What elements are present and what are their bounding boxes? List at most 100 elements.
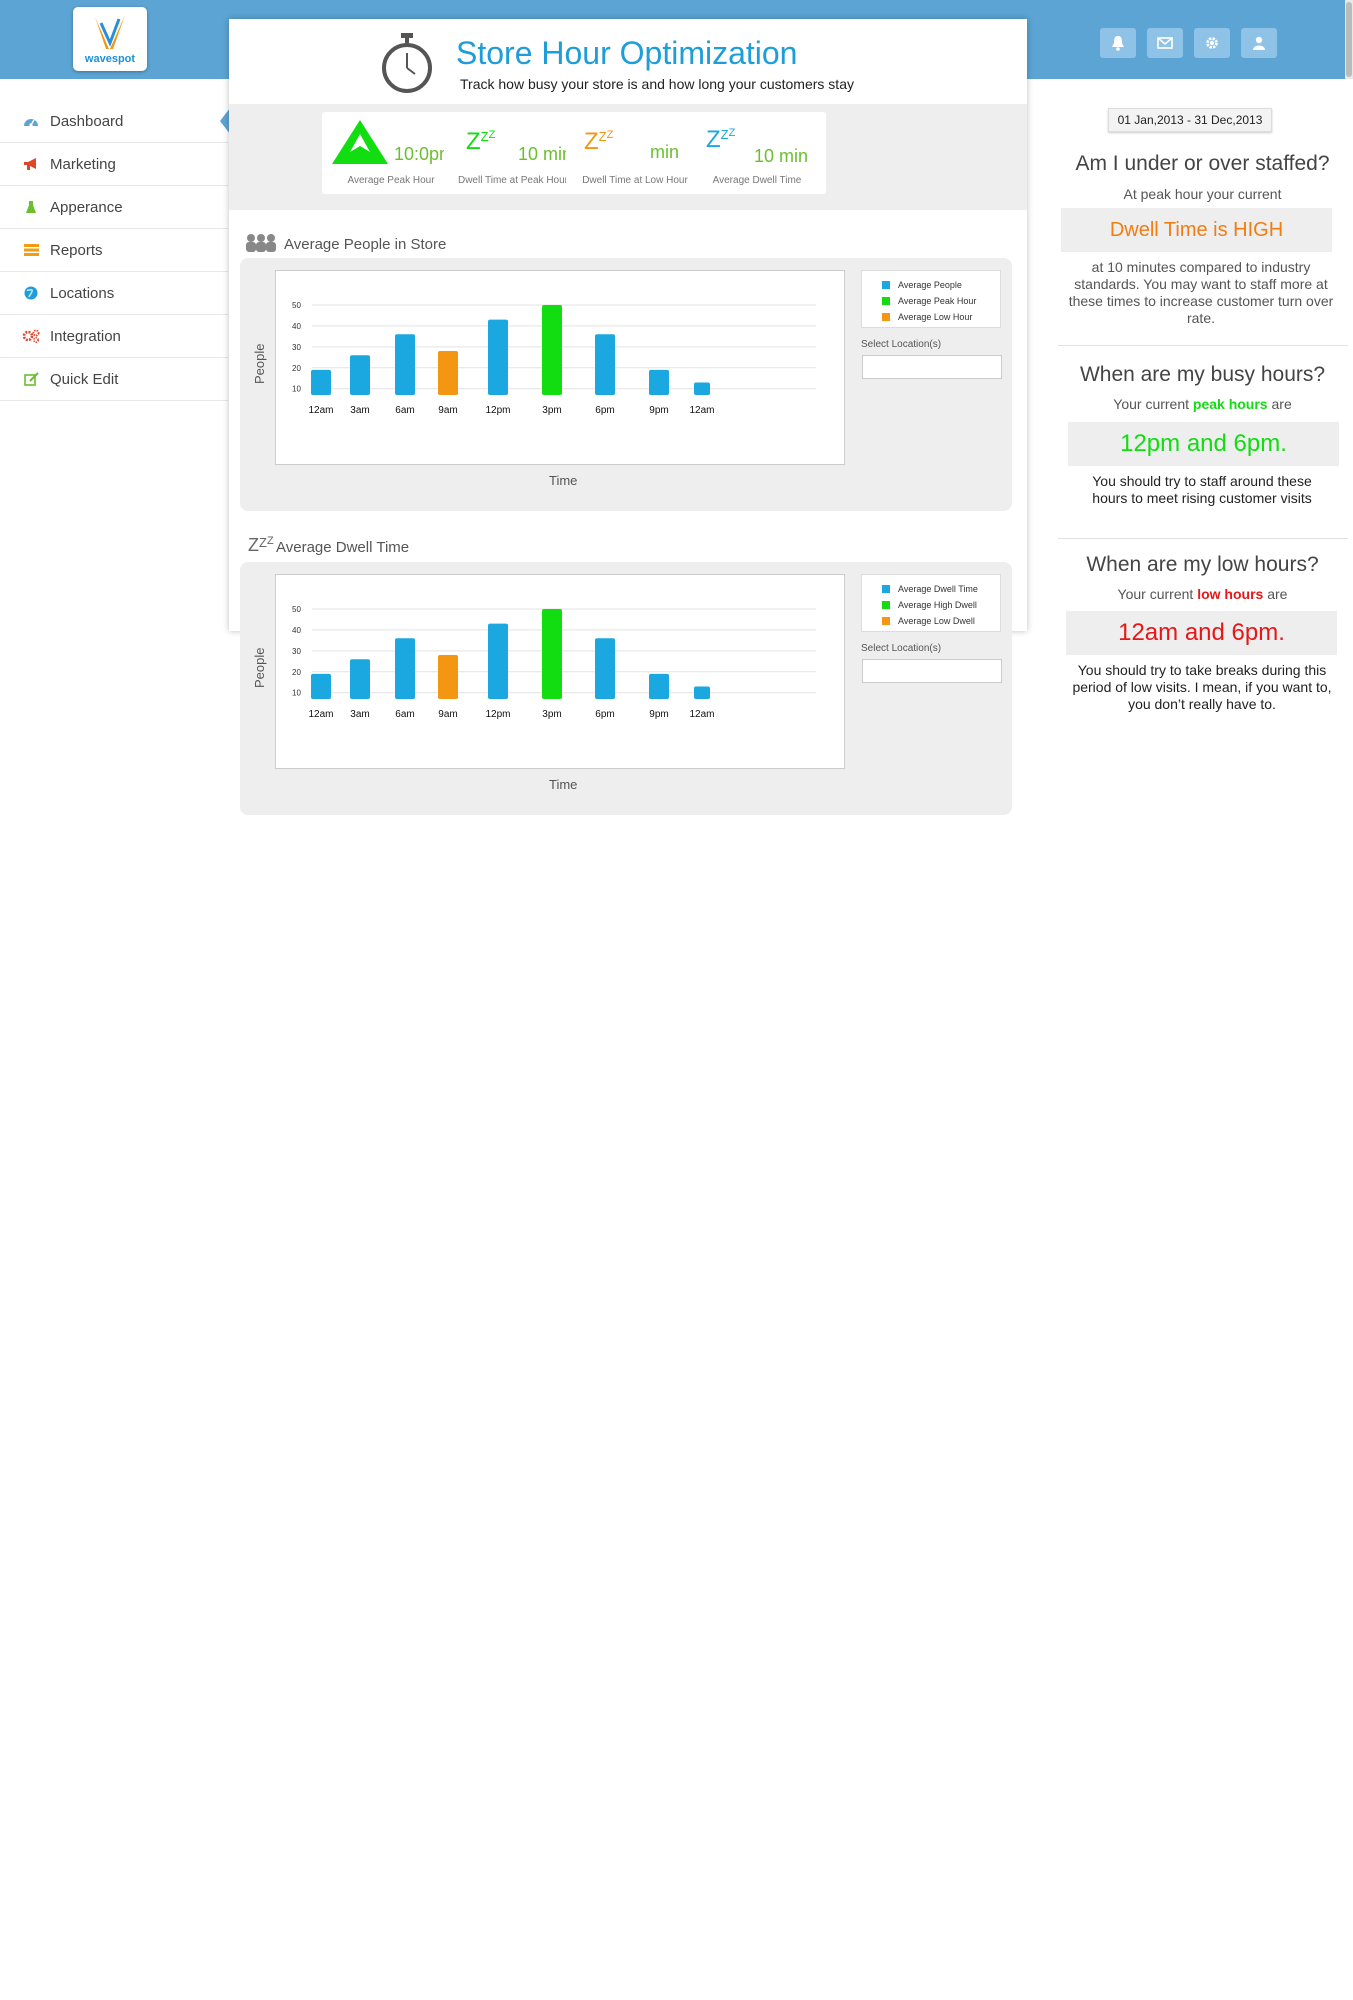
x-tick-label: 12am [308,405,333,416]
profile-button[interactable] [1241,28,1277,58]
x-tick-label: 9pm [649,709,668,720]
y-tick-label: 10 [292,689,301,698]
sidebar-item-label: Dashboard [50,112,124,130]
dwell-legend: Average Dwell Time Average High Dwell Av… [861,574,1001,632]
select-location-input[interactable] [862,355,1002,379]
bar-9am[interactable] [438,351,458,395]
sidebar-item-integration[interactable]: Integration [0,315,228,358]
bar-9am[interactable] [438,655,458,699]
busy-sub-prefix: Your current [1113,396,1190,412]
x-tick-label: 12pm [485,405,510,416]
bar-12pm[interactable] [488,623,508,699]
stopwatch-icon [382,33,432,93]
x-axis-label: Time [549,473,578,488]
gear-icon [1206,37,1218,49]
sidebar-item-dashboard[interactable]: Dashboard [0,100,230,143]
section-title-dwell: Average Dwell Time [276,539,410,556]
x-tick-label: 6am [395,405,414,416]
x-tick-label: 12am [308,709,333,720]
bar-12am[interactable] [694,686,710,699]
x-axis-label: Time [549,777,578,792]
y-tick-label: 20 [292,364,301,373]
select-location-input[interactable] [862,659,1002,683]
legend-swatch [882,601,890,609]
legend-item: Average Low Hour [862,309,1000,325]
wavespot-logo[interactable]: wavespot [73,7,147,71]
busy-sub: Your current peak hours are [1052,396,1353,412]
y-tick-label: 20 [292,668,301,677]
bar-9pm[interactable] [649,673,669,699]
edit-icon [21,372,41,386]
bar-6pm[interactable] [595,334,615,395]
bar-3pm[interactable] [542,609,562,699]
bar-3pm[interactable] [542,305,562,395]
dashboard-icon [21,115,41,127]
stat-value: min [650,142,680,162]
scrollbar-thumb[interactable] [1346,2,1352,77]
busy-question: When are my busy hours? [1079,363,1326,386]
staffing-sub: At peak hour your current [1123,186,1282,202]
x-tick-label: 9am [438,405,457,416]
bar-6am[interactable] [395,638,415,699]
x-tick-label: 9pm [649,405,668,416]
bar-12pm[interactable] [488,319,508,395]
gears-icon [21,329,41,343]
page-subtitle: Track how busy your store is and how lon… [460,76,854,92]
legend-label: Average Peak Hour [898,296,977,306]
settings-button[interactable] [1194,28,1230,58]
sidebar-item-reports[interactable]: Reports [0,229,228,272]
stat-label: Dwell Time at Peak Hour [457,175,569,186]
staffing-highlight: Dwell Time is HIGH [1061,208,1332,252]
busy-sub-suffix: are [1271,396,1292,412]
legend-item: Average High Dwell [862,597,1000,613]
reports-icon [21,244,41,256]
sidebar-item-label: Marketing [50,155,116,173]
legend-item: Average Dwell Time [862,581,1000,597]
sidebar-item-label: Quick Edit [50,370,119,388]
stat-label: Dwell Time at Low Hour [582,175,688,186]
bar-12am[interactable] [311,369,331,395]
flask-icon [21,200,41,214]
bar-3am[interactable] [350,355,370,395]
busy-text: You should try to staff around these hou… [1092,473,1312,506]
people-legend: Average People Average Peak Hour Average… [861,270,1001,328]
dwell-chart-svg: 10 20 30 40 50 12am 3am 6am 9am 12pm 3pm 6pm 9pm 12am [292,605,816,720]
bar-12am[interactable] [694,382,710,395]
low-text: You should try to take breaks during thi… [1072,662,1332,712]
sidebar-item-locations[interactable]: Locations [0,272,228,315]
busy-sub-emph: peak hours [1192,396,1268,412]
x-tick-label: 3pm [542,709,561,720]
scrollbar[interactable] [1345,0,1353,79]
bar-12am[interactable] [311,673,331,699]
low-sub-emph: low hours [1197,586,1264,602]
legend-item: Average Peak Hour [862,293,1000,309]
mountain-icon [332,120,388,164]
stat-average-dwell: ZZZ 10 min Average Dwell Time [688,112,826,194]
stats-band: 10:0pm Average Peak Hour ZZZ 10 min Dwel… [229,104,1027,210]
bar-3am[interactable] [350,659,370,699]
bar-9pm[interactable] [649,369,669,395]
x-tick-label: 3am [350,709,369,720]
low-highlight: 12am and 6pm. [1066,611,1337,655]
y-tick-label: 40 [292,626,301,635]
sidebar-item-label: Integration [50,327,121,345]
sidebar: Dashboard Marketing Apperance Reports Lo… [0,100,230,401]
sidebar-item-label: Locations [50,284,115,302]
sidebar-item-apperance[interactable]: Apperance [0,186,228,229]
sidebar-item-quick-edit[interactable]: Quick Edit [0,358,228,401]
y-tick-label: 50 [292,605,301,614]
low-sub-prefix: Your current [1117,586,1194,602]
sidebar-item-marketing[interactable]: Marketing [0,143,228,186]
bar-6am[interactable] [395,334,415,395]
select-location-label: Select Location(s) [861,339,942,350]
legend-label: Average Dwell Time [898,584,978,594]
y-axis-label: People [252,647,267,688]
y-tick-label: 30 [292,343,301,352]
zzz-icon: ZZZ [248,535,274,555]
date-range-picker[interactable]: 01 Jan,2013 - 31 Dec,2013 [1108,108,1272,132]
stat-dwell-low-hour: ZZZ min Dwell Time at Low Hour [566,112,704,194]
staffing-question: Am I under or over staffed? [1075,152,1330,175]
messages-button[interactable] [1147,28,1183,58]
notifications-button[interactable] [1100,28,1136,58]
bar-6pm[interactable] [595,638,615,699]
